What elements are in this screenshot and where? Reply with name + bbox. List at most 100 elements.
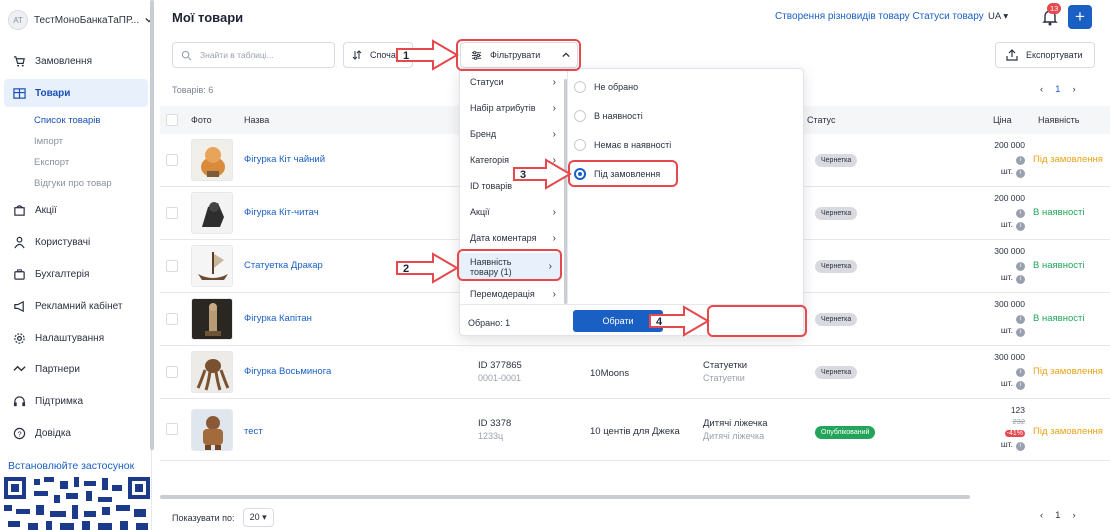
sidebar-item-orders[interactable]: Замовлення [4,47,148,75]
selected-count: Обрано: 1 [468,318,511,328]
prev-page-icon[interactable]: ‹ [1040,510,1043,521]
next-page-icon[interactable]: › [1072,84,1075,95]
category-sub: Дитячі ліжечка [703,431,765,441]
link-product-statuses[interactable]: Статуси товару [912,11,983,22]
sidebar-item-help[interactable]: ? Довідка [4,419,148,447]
status-badge: Чернетка [815,260,858,273]
row-checkbox[interactable] [166,207,178,219]
price-value: 300 000 [994,246,1025,256]
handshake-icon [12,362,26,376]
info-icon[interactable]: i [1016,315,1025,324]
subitem-reviews[interactable]: Відгуки про товар [34,178,112,189]
subitem-product-list[interactable]: Список товарів [34,115,100,126]
product-thumbnail[interactable] [191,192,233,234]
product-thumbnail[interactable] [191,139,233,181]
filter-cat-promo[interactable]: Акції › [460,199,564,225]
info-icon[interactable]: i [1016,328,1025,337]
sidebar-item-label: Рекламний кабінет [35,300,123,312]
product-name-link[interactable]: Фігурка Капітан [244,313,312,324]
row-checkbox[interactable] [166,423,178,435]
per-page-select[interactable]: 20 ▾ [242,508,274,527]
install-app-label[interactable]: Встановлюйте застосунок [8,460,134,472]
select-all-checkbox[interactable] [166,114,178,126]
table-row[interactable]: Фігурка Восьминога ID 377865 0001-0001 10… [160,346,1110,399]
product-name-link[interactable]: Фігурка Восьминога [244,366,331,377]
option-in-stock[interactable]: В наявності [574,110,643,122]
current-page[interactable]: 1 [1055,84,1060,95]
sidebar-item-users[interactable]: Користувачі [4,228,148,256]
prev-page-icon[interactable]: ‹ [1040,84,1043,95]
sidebar-item-ads[interactable]: Рекламний кабінет [4,292,148,320]
table-row[interactable]: тест ID 3378 1233ц 10 центів для Джека Ди… [160,399,1110,461]
product-thumbnail[interactable] [191,409,233,451]
info-icon[interactable]: i [1016,381,1025,390]
link-create-variants[interactable]: Створення різновидів товару [775,11,910,22]
info-icon[interactable]: i [1016,442,1025,451]
notification-badge: 13 [1047,3,1062,14]
qr-code-icon[interactable] [4,475,150,530]
subitem-import[interactable]: Імпорт [34,136,63,147]
language-switcher[interactable]: UA ▾ [988,11,1008,22]
filter-cat-comment-date[interactable]: Дата коментаря › [460,225,564,251]
product-thumbnail[interactable] [191,298,233,340]
products-icon [12,86,26,100]
filter-cat-statuses[interactable]: Статуси › [460,69,564,95]
per-page-value: 20 [249,512,260,522]
sidebar-item-partners[interactable]: Партнери [4,355,148,383]
info-icon[interactable]: i [1016,368,1025,377]
product-id-cell: ID 3378 1233ц [478,418,511,441]
option-not-selected[interactable]: Не обрано [574,81,638,93]
per-page-label: Показувати по: [172,512,235,523]
info-icon[interactable]: i [1016,222,1025,231]
current-page[interactable]: 1 [1055,510,1060,521]
main-area: Мої товари Створення різновидів товару С… [160,0,1110,530]
add-product-button[interactable]: + [1068,5,1092,29]
top-pagination: ‹ 1 › [1040,84,1076,95]
radio-button[interactable] [574,110,586,122]
product-name-link[interactable]: Фігурка Кіт чайний [244,154,325,165]
filter-cat-label: Категорія [470,155,510,165]
filter-cat-attributes[interactable]: Набір атрибутів › [460,95,564,121]
sidebar-item-support[interactable]: Підтримка [4,387,148,415]
info-icon[interactable]: i [1016,262,1025,271]
upload-icon [1006,49,1018,61]
shop-name: ТестМоноБанкаТаПР... [34,14,140,26]
product-sku: 0001-0001 [478,373,522,383]
sidebar-item-products[interactable]: Товари [4,79,148,107]
subitem-export[interactable]: Експорт [34,157,69,168]
price-cell: 300 000 i шт. i [980,298,1025,337]
sidebar-item-label: Підтримка [35,395,84,407]
info-icon[interactable]: i [1016,275,1025,284]
category-cell: Дитячі ліжечка Дитячі ліжечка [703,418,768,441]
sidebar-item-accounting[interactable]: Бухгалтерія [4,260,148,288]
radio-button[interactable] [574,81,586,93]
row-checkbox[interactable] [166,154,178,166]
col-availability: Наявність [1038,115,1080,125]
row-checkbox[interactable] [166,313,178,325]
filter-cat-label: ID товарів [470,181,512,191]
sidebar-item-promo[interactable]: Акції [4,196,148,224]
row-checkbox[interactable] [166,260,178,272]
next-page-icon[interactable]: › [1072,510,1075,521]
product-name-link[interactable]: Фігурка Кіт-читач [244,207,319,218]
sidebar-scrollbar[interactable] [150,0,154,450]
radio-button[interactable] [574,139,586,151]
product-thumbnail[interactable] [191,245,233,287]
info-icon[interactable]: i [1016,169,1025,178]
row-checkbox[interactable] [166,366,178,378]
sidebar-item-settings[interactable]: Налаштування [4,324,148,352]
shop-switcher[interactable]: АТ ТестМоноБанкаТаПР... [8,10,153,30]
export-button[interactable]: Експортувати [995,42,1095,68]
horizontal-scrollbar[interactable] [160,495,970,499]
product-name-link[interactable]: Статуетка Дракар [244,260,323,271]
avatar: АТ [8,10,28,30]
option-out-of-stock[interactable]: Немає в наявності [574,139,671,151]
info-icon[interactable]: i [1016,209,1025,218]
filter-cat-brand[interactable]: Бренд › [460,121,564,147]
product-thumbnail[interactable] [191,351,233,393]
filter-cat-remoderation[interactable]: Перемодерація › [460,284,564,304]
search-input[interactable]: Знайти в таблиці... [172,42,335,68]
product-name-link[interactable]: тест [244,426,263,437]
info-icon[interactable]: i [1016,156,1025,165]
price-value: 300 000 [994,299,1025,309]
